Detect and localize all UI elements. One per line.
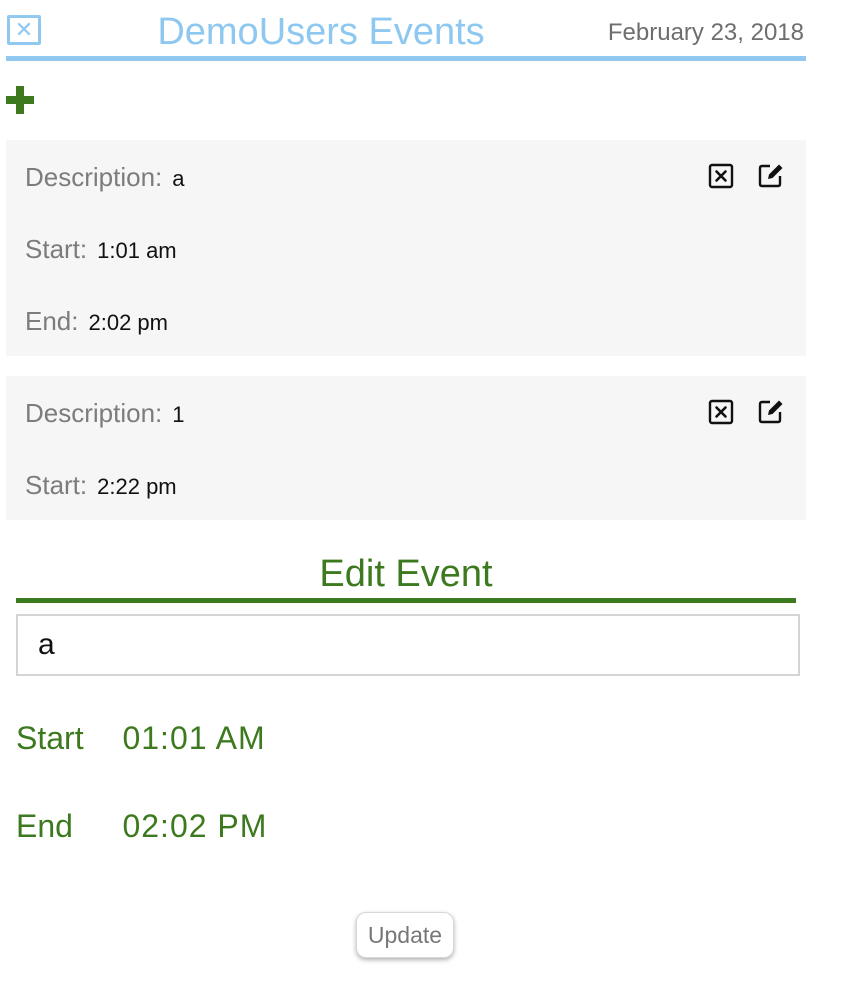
start-label: Start: xyxy=(25,234,88,264)
description-value: 1 xyxy=(172,402,185,427)
description-label: Description: xyxy=(25,162,163,192)
start-label: Start: xyxy=(25,470,88,500)
start-time-picker[interactable]: 01:01 AM xyxy=(122,720,265,757)
event-start-row: Start: 2:22 pm xyxy=(25,470,177,501)
end-time-row: End 02:02 PM xyxy=(16,808,267,845)
add-event-plus-icon[interactable] xyxy=(6,86,34,114)
start-value: 2:22 pm xyxy=(97,474,177,499)
event-card: Description: 1 Start: 2:22 pm xyxy=(6,376,806,520)
end-time-picker[interactable]: 02:02 PM xyxy=(122,808,267,845)
end-value: 2:02 pm xyxy=(88,310,169,335)
edit-divider xyxy=(16,598,796,603)
event-end-row: End: 2:02 pm xyxy=(25,306,168,337)
header-divider xyxy=(6,56,806,61)
event-start-row: Start: 1:01 am xyxy=(25,234,177,265)
event-description-row: Description: a xyxy=(25,162,185,193)
delete-icon[interactable] xyxy=(708,399,734,425)
description-label: Description: xyxy=(25,398,163,428)
start-time-label: Start xyxy=(16,720,84,756)
edit-icon[interactable] xyxy=(758,162,784,188)
end-label: End: xyxy=(25,306,79,336)
update-button[interactable]: Update xyxy=(356,912,454,958)
description-value: a xyxy=(172,166,185,191)
edit-icon[interactable] xyxy=(758,398,784,424)
header-date: February 23, 2018 xyxy=(607,19,804,46)
start-time-row: Start 01:01 AM xyxy=(16,720,266,757)
end-time-label: End xyxy=(16,808,73,844)
description-input[interactable] xyxy=(16,614,800,676)
event-description-row: Description: 1 xyxy=(25,398,185,429)
edit-event-title: Edit Event xyxy=(319,553,493,595)
delete-icon[interactable] xyxy=(708,163,734,189)
event-card: Description: a Start: 1:01 am End: 2:02 … xyxy=(6,140,806,356)
events-page: ✕ DemoUsers Events February 23, 2018 Des… xyxy=(0,0,868,1004)
page-title: DemoUsers Events xyxy=(157,11,485,53)
start-value: 1:01 am xyxy=(97,238,177,263)
